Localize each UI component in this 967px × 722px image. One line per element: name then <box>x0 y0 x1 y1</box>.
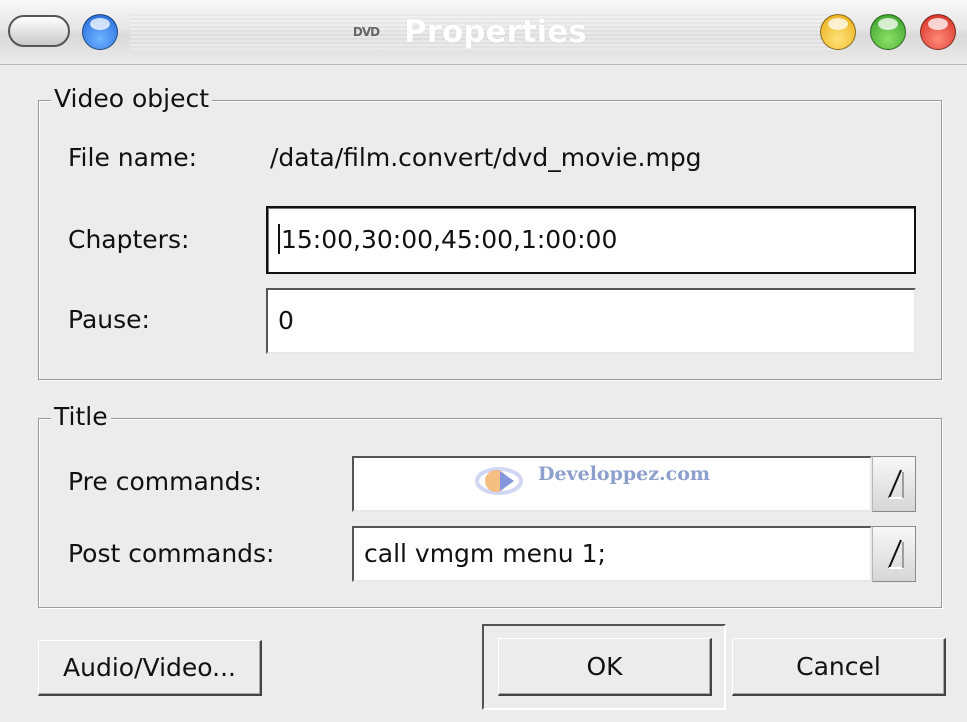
title-group-title: Title <box>51 401 111 433</box>
properties-dialog: DVD Properties Video object File name: /… <box>0 0 967 722</box>
chapters-input[interactable]: 15:00,30:00,45:00,1:00:00 <box>266 206 916 274</box>
pre-commands-label: Pre commands: <box>68 467 262 496</box>
developpez-watermark: Developpez.com <box>474 459 744 505</box>
post-commands-dropdown-button[interactable] <box>872 526 916 582</box>
dropdown-arrow-icon <box>888 539 904 569</box>
dvd-app-icon: DVD <box>352 25 380 39</box>
post-commands-label: Post commands: <box>68 539 275 568</box>
dropdown-arrow-icon <box>888 469 904 499</box>
pause-input[interactable]: 0 <box>266 288 916 354</box>
pre-commands-dropdown-button[interactable] <box>872 456 916 512</box>
window-menu-button[interactable] <box>8 15 70 47</box>
developpez-logo-icon <box>475 467 523 495</box>
cancel-button[interactable]: Cancel <box>732 638 946 696</box>
pause-label: Pause: <box>68 305 150 334</box>
file-name-value: /data/film.convert/dvd_movie.mpg <box>270 143 702 172</box>
maximize-button[interactable] <box>870 14 906 50</box>
ok-button[interactable]: OK <box>498 638 712 696</box>
post-commands-combo[interactable]: call vmgm menu 1; <box>352 526 872 582</box>
text-cursor <box>278 224 280 254</box>
close-button[interactable] <box>920 14 956 50</box>
post-commands-text: call vmgm menu 1; <box>364 539 606 568</box>
title-bar[interactable]: DVD Properties <box>0 0 967 65</box>
video-object-group-title: Video object <box>51 83 213 115</box>
pause-input-text: 0 <box>278 306 294 335</box>
chapters-input-text: 15:00,30:00,45:00,1:00:00 <box>281 225 618 254</box>
sticky-button[interactable] <box>82 14 118 50</box>
window-title: Properties <box>404 14 587 50</box>
file-name-label: File name: <box>68 143 198 172</box>
chapters-label: Chapters: <box>68 225 190 254</box>
watermark-text: Developpez.com <box>538 463 710 485</box>
minimize-button[interactable] <box>820 14 856 50</box>
audio-video-button[interactable]: Audio/Video... <box>38 640 262 696</box>
